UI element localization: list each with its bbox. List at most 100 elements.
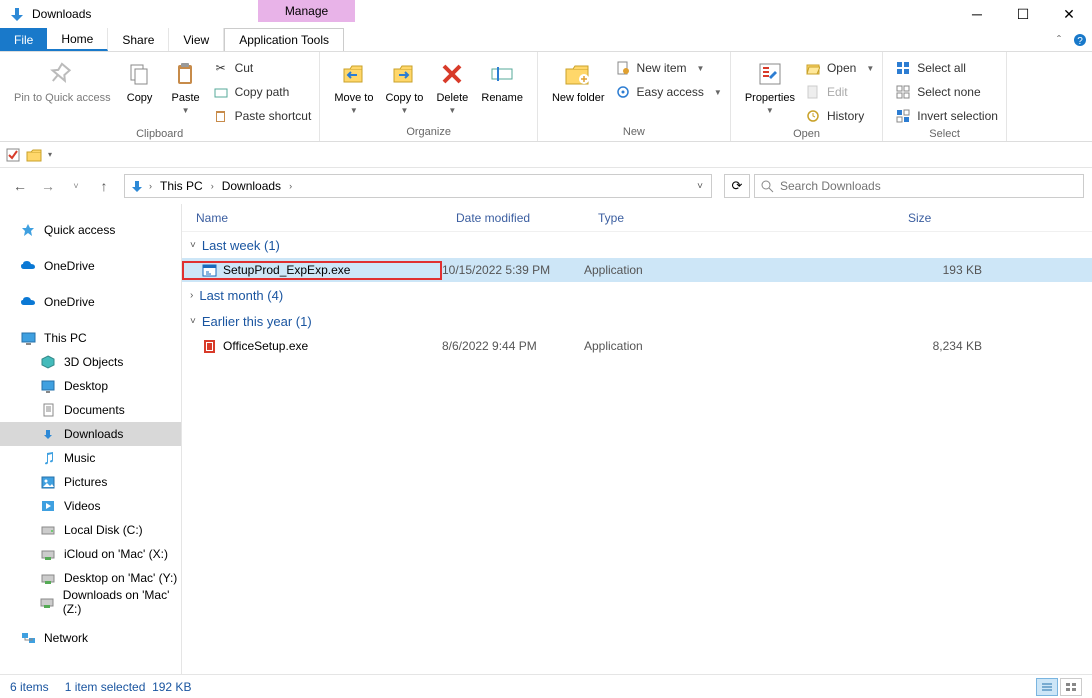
ribbon-collapse-button[interactable]: ˆ [1050, 28, 1068, 51]
main-content: Quick access OneDrive OneDrive This PC 3… [0, 204, 1092, 674]
search-input[interactable] [780, 179, 1077, 193]
rename-label: Rename [481, 92, 523, 104]
nav-downloads[interactable]: Downloads [0, 422, 181, 446]
group-last-month[interactable]: › Last month (4) [182, 282, 1092, 308]
delete-button[interactable]: Delete ▼ [429, 56, 475, 124]
nav-videos[interactable]: Videos [0, 494, 181, 518]
tab-file[interactable]: File [0, 28, 47, 51]
minimize-button[interactable]: ─ [954, 0, 1000, 28]
invert-selection-button[interactable]: Invert selection [895, 106, 998, 126]
nav-icloud-drive[interactable]: iCloud on 'Mac' (X:) [0, 542, 181, 566]
group-last-week[interactable]: ˅ Last week (1) [182, 232, 1092, 258]
pin-quick-access-button[interactable]: Pin to Quick access [8, 56, 117, 126]
nav-pictures[interactable]: Pictures [0, 470, 181, 494]
open-button[interactable]: Open▼ [805, 58, 874, 78]
drive-icon [40, 524, 56, 536]
tab-home[interactable]: Home [47, 28, 108, 51]
column-type[interactable]: Type [584, 211, 894, 225]
nav-onedrive[interactable]: OneDrive [0, 254, 181, 278]
tab-share[interactable]: Share [108, 28, 169, 51]
nav-desktop[interactable]: Desktop [0, 374, 181, 398]
group-earlier-year[interactable]: ˅ Earlier this year (1) [182, 308, 1092, 334]
select-all-button[interactable]: Select all [895, 58, 998, 78]
nav-documents[interactable]: Documents [0, 398, 181, 422]
details-view-button[interactable] [1036, 678, 1058, 696]
nav-label: Local Disk (C:) [64, 523, 143, 537]
file-row[interactable]: OfficeSetup.exe 8/6/2022 9:44 PM Applica… [182, 334, 1092, 358]
nav-label: This PC [44, 331, 87, 345]
chevron-down-icon: ˅ [190, 240, 196, 251]
folder-icon[interactable] [26, 148, 42, 162]
easy-access-button[interactable]: Easy access▼ [615, 82, 722, 102]
qat-dropdown[interactable]: ▾ [48, 150, 52, 159]
close-button[interactable]: ✕ [1046, 0, 1092, 28]
tab-application-tools[interactable]: Application Tools [224, 28, 344, 51]
paste-button[interactable]: Paste ▼ [163, 56, 209, 126]
thumbnails-view-button[interactable] [1060, 678, 1082, 696]
nav-onedrive[interactable]: OneDrive [0, 290, 181, 314]
new-item-button[interactable]: New item▼ [615, 58, 722, 78]
move-to-button[interactable]: Move to ▼ [328, 56, 379, 124]
edit-button[interactable]: Edit [805, 82, 874, 102]
context-tab-group[interactable]: Manage [258, 0, 355, 22]
select-all-label: Select all [917, 61, 966, 75]
checkbox-icon[interactable] [6, 148, 20, 162]
column-name[interactable]: Name [182, 211, 442, 225]
crumb-downloads[interactable]: Downloads [218, 179, 285, 193]
move-to-icon [341, 58, 367, 90]
back-button[interactable]: ← [8, 174, 32, 198]
nav-quick-access[interactable]: Quick access [0, 218, 181, 242]
nav-desktop-mac[interactable]: Desktop on 'Mac' (Y:) [0, 566, 181, 590]
refresh-button[interactable]: ⟳ [724, 174, 750, 198]
chevron-right-icon[interactable]: › [209, 181, 216, 191]
copy-to-button[interactable]: Copy to ▼ [379, 56, 429, 124]
chevron-right-icon[interactable]: › [147, 181, 154, 191]
new-item-icon [615, 61, 631, 75]
search-box[interactable] [754, 174, 1084, 198]
nav-label: Network [44, 631, 88, 645]
copy-to-icon [391, 58, 417, 90]
documents-icon [40, 403, 56, 417]
properties-button[interactable]: Properties ▼ [739, 56, 801, 126]
nav-music[interactable]: Music [0, 446, 181, 470]
nav-downloads-mac[interactable]: Downloads on 'Mac' (Z:) [0, 590, 181, 614]
group-label: Last week (1) [202, 238, 280, 253]
help-button[interactable]: ? [1068, 28, 1092, 51]
easy-access-icon [615, 85, 631, 99]
history-label: History [827, 109, 864, 123]
status-item-count: 6 items [10, 680, 49, 694]
nav-local-disk[interactable]: Local Disk (C:) [0, 518, 181, 542]
recent-locations-button[interactable]: ˅ [64, 174, 88, 198]
nav-this-pc[interactable]: This PC [0, 326, 181, 350]
network-drive-icon [40, 548, 56, 560]
file-row[interactable]: SetupProd_ExpExp.exe 10/15/2022 5:39 PM … [182, 258, 1092, 282]
address-bar: ← → ˅ ↑ › This PC › Downloads › ˅ ⟳ [0, 168, 1092, 204]
column-size[interactable]: Size [894, 211, 1092, 225]
clipboard-group-label: Clipboard [8, 126, 311, 143]
forward-button[interactable]: → [36, 174, 60, 198]
downloads-icon [129, 178, 145, 194]
breadcrumb-dropdown[interactable]: ˅ [697, 181, 707, 192]
cut-button[interactable]: ✂Cut [213, 58, 312, 78]
paste-shortcut-button[interactable]: Paste shortcut [213, 106, 312, 126]
new-folder-icon [564, 58, 592, 90]
select-none-button[interactable]: Select none [895, 82, 998, 102]
crumb-this-pc[interactable]: This PC [156, 179, 207, 193]
select-none-icon [895, 85, 911, 99]
column-date[interactable]: Date modified [442, 211, 584, 225]
rename-button[interactable]: Rename [475, 56, 529, 124]
new-item-label: New item [637, 61, 687, 75]
file-date: 8/6/2022 9:44 PM [442, 339, 584, 353]
chevron-right-icon[interactable]: › [287, 181, 294, 191]
breadcrumb[interactable]: › This PC › Downloads › ˅ [124, 174, 712, 198]
history-button[interactable]: History [805, 106, 874, 126]
copy-button[interactable]: Copy [117, 56, 163, 126]
nav-network[interactable]: Network [0, 626, 181, 650]
copy-path-button[interactable]: Copy path [213, 82, 312, 102]
maximize-button[interactable]: ☐ [1000, 0, 1046, 28]
new-folder-button[interactable]: New folder [546, 56, 611, 124]
up-button[interactable]: ↑ [92, 174, 116, 198]
network-drive-icon [40, 596, 55, 608]
tab-view[interactable]: View [169, 28, 224, 51]
nav-3d-objects[interactable]: 3D Objects [0, 350, 181, 374]
